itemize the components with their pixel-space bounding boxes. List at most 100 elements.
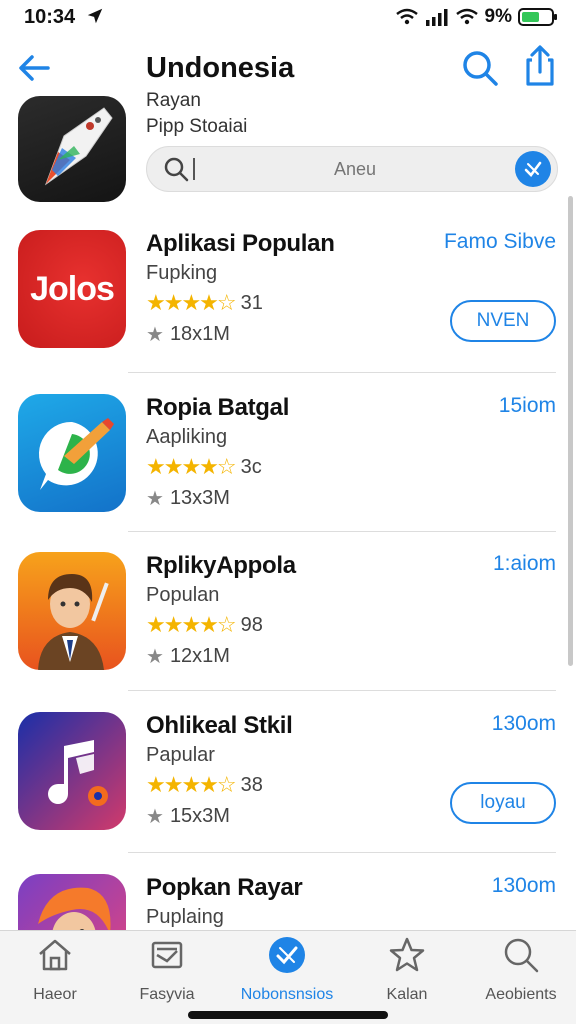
star-icon: ★: [146, 324, 164, 346]
list-item[interactable]: Popkan Rayar Puplaing 130om: [0, 874, 576, 930]
avatar-icon: [38, 574, 109, 670]
app-name: Popkan Rayar: [146, 874, 303, 901]
app-meta: 130om: [491, 874, 556, 897]
status-right: 9%: [395, 6, 557, 28]
featured-subtitle-2: Pipp Stoaiai: [146, 116, 248, 137]
app-rating: ★★★★☆ 31: [146, 290, 263, 316]
app-name: Aplikasi Populan: [146, 230, 335, 257]
divider: [128, 852, 556, 853]
check-icon: [269, 937, 305, 973]
battery-percent: 9%: [484, 6, 512, 27]
rating-count: 38: [240, 773, 263, 796]
back-arrow-icon[interactable]: [14, 48, 54, 88]
home-indicator[interactable]: [188, 1011, 388, 1019]
status-bar: 10:34 9%: [0, 0, 576, 36]
app-meta: 1:aiom: [492, 552, 556, 575]
tab-home[interactable]: Haeor: [0, 935, 110, 1004]
app-icon: [18, 552, 126, 670]
app-size-value: 18x1M: [169, 323, 230, 345]
app-size: ★ 18x1M: [146, 322, 230, 347]
app-category: Aapliking: [146, 426, 228, 448]
home-icon: [39, 939, 71, 971]
tab-label: Kalan: [386, 986, 428, 1003]
rating-count: 3c: [240, 455, 262, 478]
app-rating: ★★★★☆ 38: [146, 772, 263, 798]
search-bar[interactable]: [146, 146, 558, 192]
divider: [128, 531, 556, 532]
app-icon: [18, 874, 126, 930]
divider: [128, 372, 556, 373]
star-icon: ★: [146, 646, 164, 668]
app-rating: ★★★★☆ 98: [146, 612, 263, 638]
tab-favorites[interactable]: Kalan: [352, 935, 462, 1004]
scrollbar[interactable]: [568, 196, 573, 666]
app-size-value: 13x3M: [169, 487, 230, 509]
star-rating-icon: ★★★★☆: [146, 290, 237, 315]
wifi-icon: [395, 8, 418, 25]
avatar-icon: [38, 887, 111, 930]
share-icon[interactable]: [520, 44, 560, 88]
signal-icon: [425, 9, 448, 26]
tab-active[interactable]: Nobonsnsios: [232, 935, 342, 1004]
search-input[interactable]: [195, 158, 515, 180]
get-button[interactable]: loyau: [450, 782, 556, 824]
tab-bar: Haeor Fasyvia Nobonsnsios Kalan Aeobient…: [0, 930, 576, 1024]
app-meta: 130om: [491, 712, 556, 735]
tab-search[interactable]: Aeobients: [466, 935, 576, 1004]
tab-inbox[interactable]: Fasyvia: [112, 935, 222, 1004]
rating-count: 98: [240, 613, 263, 636]
wifi-icon-2: [455, 8, 478, 25]
divider: [128, 690, 556, 691]
location-arrow-icon: [87, 8, 103, 24]
list-item[interactable]: Ohlikeal Stkil Papular ★★★★☆ 38 ★ 15x3M …: [0, 712, 576, 870]
featured-app-icon[interactable]: [18, 96, 126, 202]
check-icon: [524, 161, 542, 177]
star-icon: ★: [146, 488, 164, 510]
star-rating-icon: ★★★★☆: [146, 612, 237, 637]
app-size: ★ 15x3M: [146, 804, 230, 829]
app-size: ★ 12x1M: [146, 644, 230, 669]
featured-subtitle-1: Rayan: [146, 90, 201, 111]
app-category: Populan: [146, 584, 220, 606]
app-icon: [18, 394, 126, 512]
app-rating: ★★★★☆ 3c: [146, 454, 262, 480]
search-field-icon: [164, 157, 189, 182]
app-size-value: 12x1M: [169, 645, 230, 667]
status-time: 10:34: [24, 6, 76, 28]
chat-brush-icon: [38, 418, 114, 490]
inbox-icon: [151, 941, 183, 969]
app-name: RplikyAppola: [146, 552, 296, 579]
app-icon-text: Jolos: [30, 269, 115, 308]
music-note-icon: [48, 740, 108, 806]
search-icon[interactable]: [460, 48, 500, 88]
star-icon: ★: [146, 806, 164, 828]
tab-label: Nobonsnsios: [240, 986, 334, 1003]
star-rating-icon: ★★★★☆: [146, 454, 237, 479]
get-button[interactable]: NVEN: [450, 300, 556, 342]
app-icon: [18, 712, 126, 830]
app-category: Fupking: [146, 262, 218, 284]
app-category: Papular: [146, 744, 215, 766]
app-size-value: 15x3M: [169, 805, 230, 827]
star-icon: [389, 937, 425, 972]
list-item[interactable]: Jolos Aplikasi Populan Fupking ★★★★☆ 31 …: [0, 230, 576, 388]
list-item[interactable]: RplikyAppola Populan ★★★★☆ 98 ★ 12x1M 1:…: [0, 552, 576, 710]
app-category: Puplaing: [146, 906, 224, 928]
battery-icon: [518, 8, 557, 26]
tab-label: Haeor: [33, 986, 77, 1003]
list-item[interactable]: Ropia Batgal Aapliking ★★★★☆ 3c ★ 13x3M …: [0, 394, 576, 552]
app-icon: Jolos: [18, 230, 126, 348]
app-name: Ropia Batgal: [146, 394, 290, 421]
app-name: Ohlikeal Stkil: [146, 712, 293, 739]
star-rating-icon: ★★★★☆: [146, 772, 237, 797]
app-meta: 15iom: [498, 394, 556, 417]
app-size: ★ 13x3M: [146, 486, 230, 511]
search-icon: [504, 938, 539, 973]
app-meta: Famo Sibve: [443, 230, 556, 253]
tab-label: Fasyvia: [139, 986, 195, 1003]
search-submit-button[interactable]: [515, 151, 551, 187]
page-title: Undonesia: [146, 52, 295, 84]
rating-count: 31: [240, 291, 263, 314]
pen-icon: [44, 107, 113, 186]
tab-label: Aeobients: [485, 986, 557, 1003]
